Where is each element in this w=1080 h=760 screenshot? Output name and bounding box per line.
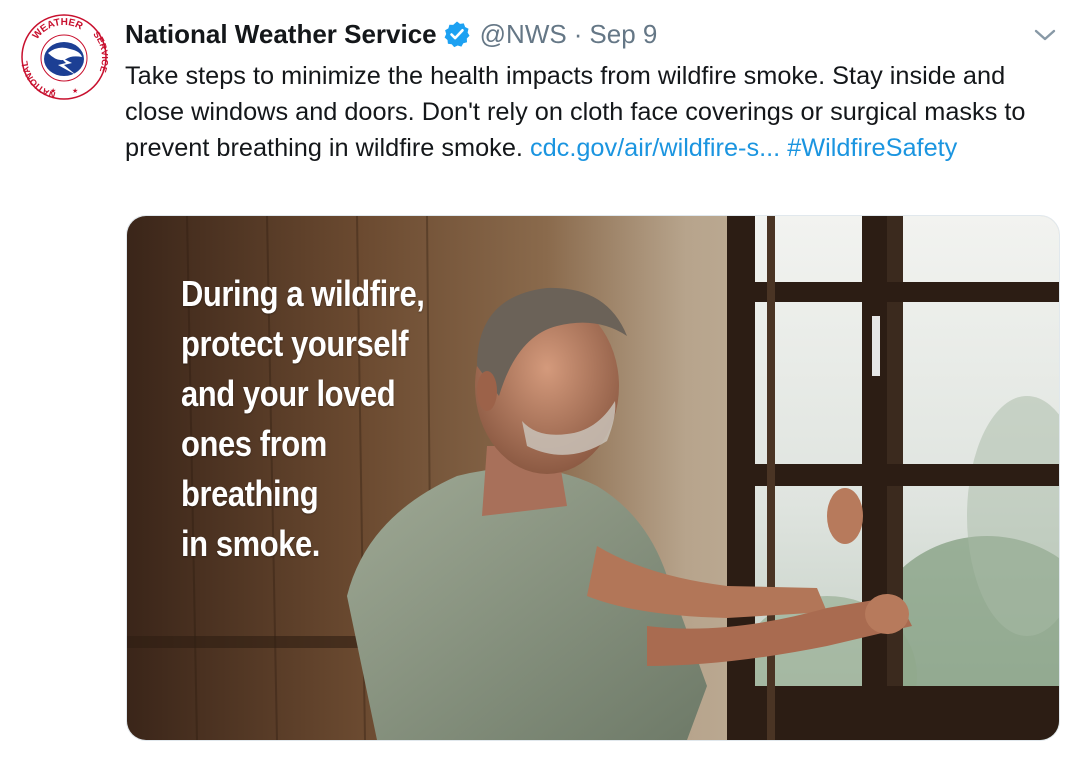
image-overlay-text: During a wildfire, protect yourself and … bbox=[181, 269, 473, 569]
chevron-down-icon[interactable] bbox=[1030, 22, 1060, 48]
tweet-header: National Weather Service @NWS · Sep 9 bbox=[125, 15, 657, 53]
avatar[interactable]: WEATHER NATIONAL SERVICE ★ ★ bbox=[19, 13, 110, 101]
overlay-line: ones from bbox=[181, 423, 327, 464]
author-name[interactable]: National Weather Service bbox=[125, 19, 437, 50]
tweet-image[interactable]: During a wildfire, protect yourself and … bbox=[126, 215, 1060, 741]
svg-text:★: ★ bbox=[72, 87, 78, 95]
cdc-link[interactable]: cdc.gov/air/wildfire-s... bbox=[530, 134, 780, 162]
overlay-line: breathing bbox=[181, 473, 319, 514]
overlay-line: and your loved bbox=[181, 373, 396, 414]
nws-logo-icon: WEATHER NATIONAL SERVICE ★ ★ bbox=[19, 14, 110, 100]
hashtag-link[interactable]: #WildfireSafety bbox=[787, 134, 957, 162]
separator-dot: · bbox=[573, 18, 583, 49]
overlay-line: During a wildfire, bbox=[181, 273, 425, 314]
verified-badge-icon bbox=[443, 20, 471, 48]
author-handle[interactable]: @NWS bbox=[480, 19, 567, 50]
svg-text:★: ★ bbox=[50, 87, 56, 95]
tweet-date[interactable]: Sep 9 bbox=[589, 19, 657, 50]
overlay-line: protect yourself bbox=[181, 323, 409, 364]
tweet-text: Take steps to minimize the health impact… bbox=[125, 58, 1065, 166]
overlay-line: in smoke. bbox=[181, 523, 320, 564]
